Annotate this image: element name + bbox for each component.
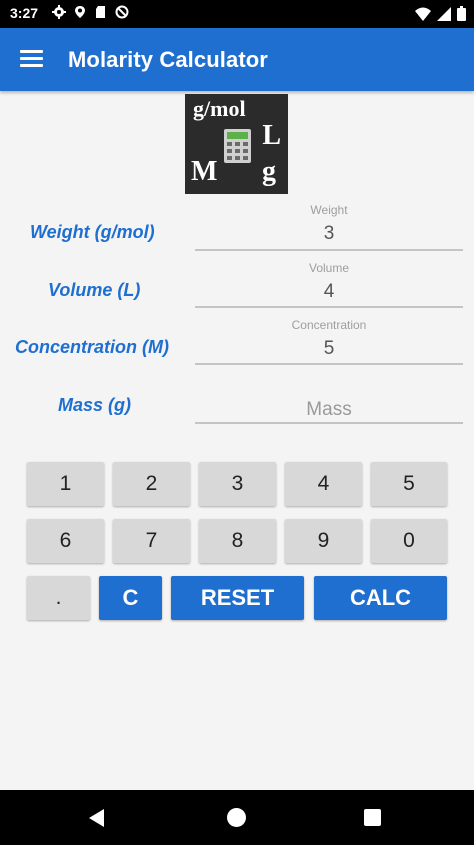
key-8[interactable]: 8 <box>199 519 276 563</box>
concentration-underline <box>195 363 463 365</box>
calc-button[interactable]: CALC <box>314 576 447 620</box>
status-system-icons <box>415 6 466 26</box>
key-4[interactable]: 4 <box>285 462 362 506</box>
concentration-hint: Concentration <box>291 318 367 332</box>
key-6[interactable]: 6 <box>27 519 104 563</box>
mass-placeholder[interactable]: Mass <box>195 399 463 421</box>
signal-icon <box>437 6 451 26</box>
mass-underline <box>195 422 463 424</box>
home-icon[interactable] <box>227 808 246 827</box>
key-9[interactable]: 9 <box>285 519 362 563</box>
recents-icon[interactable] <box>364 809 381 826</box>
concentration-value[interactable]: 5 <box>195 338 463 360</box>
location-icon <box>73 5 87 19</box>
mass-row: Mass (g) Mass <box>0 376 474 433</box>
key-2[interactable]: 2 <box>113 462 190 506</box>
reset-button[interactable]: RESET <box>171 576 304 620</box>
logo-gmol-text: g/mol <box>193 96 246 121</box>
clear-button[interactable]: C <box>99 576 162 620</box>
app-logo: g/mol L M g <box>185 94 288 194</box>
key-1[interactable]: 1 <box>27 462 104 506</box>
key-5[interactable]: 5 <box>371 462 447 506</box>
volume-row: Volume (L) Volume 4 <box>0 261 474 318</box>
weight-hint: Weight <box>310 203 348 217</box>
volume-label: Volume (L) <box>48 280 141 300</box>
back-icon[interactable] <box>89 809 104 827</box>
logo-g-text: g <box>262 156 276 187</box>
concentration-row: Concentration (M) Concentration 5 <box>0 318 474 375</box>
app-title: Molarity Calculator <box>68 47 268 72</box>
logo-L-text: L <box>262 120 281 151</box>
concentration-label: Concentration (M) <box>15 337 169 357</box>
status-notification-icons <box>52 5 129 19</box>
key-7[interactable]: 7 <box>113 519 190 563</box>
volume-value[interactable]: 4 <box>195 281 463 303</box>
logo-M-text: M <box>191 156 218 187</box>
volume-underline <box>195 306 463 308</box>
settings-icon <box>52 5 66 19</box>
blocked-icon <box>115 5 129 19</box>
menu-icon[interactable] <box>20 50 43 68</box>
volume-hint: Volume <box>308 261 350 275</box>
mass-label: Mass (g) <box>58 395 132 415</box>
weight-value[interactable]: 3 <box>195 223 463 245</box>
app-bar: Molarity Calculator <box>0 28 474 91</box>
sd-card-icon <box>94 5 108 19</box>
system-nav-bar <box>0 790 474 845</box>
key-dot[interactable]: . <box>27 576 90 620</box>
status-bar: 3:27 <box>0 0 474 28</box>
battery-icon <box>457 6 466 26</box>
calculator-icon <box>224 129 251 163</box>
weight-row: Weight (g/mol) Weight 3 <box>0 203 474 260</box>
weight-underline <box>195 249 463 251</box>
key-3[interactable]: 3 <box>199 462 276 506</box>
wifi-icon <box>415 7 431 26</box>
weight-label: Weight (g/mol) <box>30 222 155 242</box>
status-time: 3:27 <box>10 5 39 21</box>
key-0[interactable]: 0 <box>371 519 447 563</box>
